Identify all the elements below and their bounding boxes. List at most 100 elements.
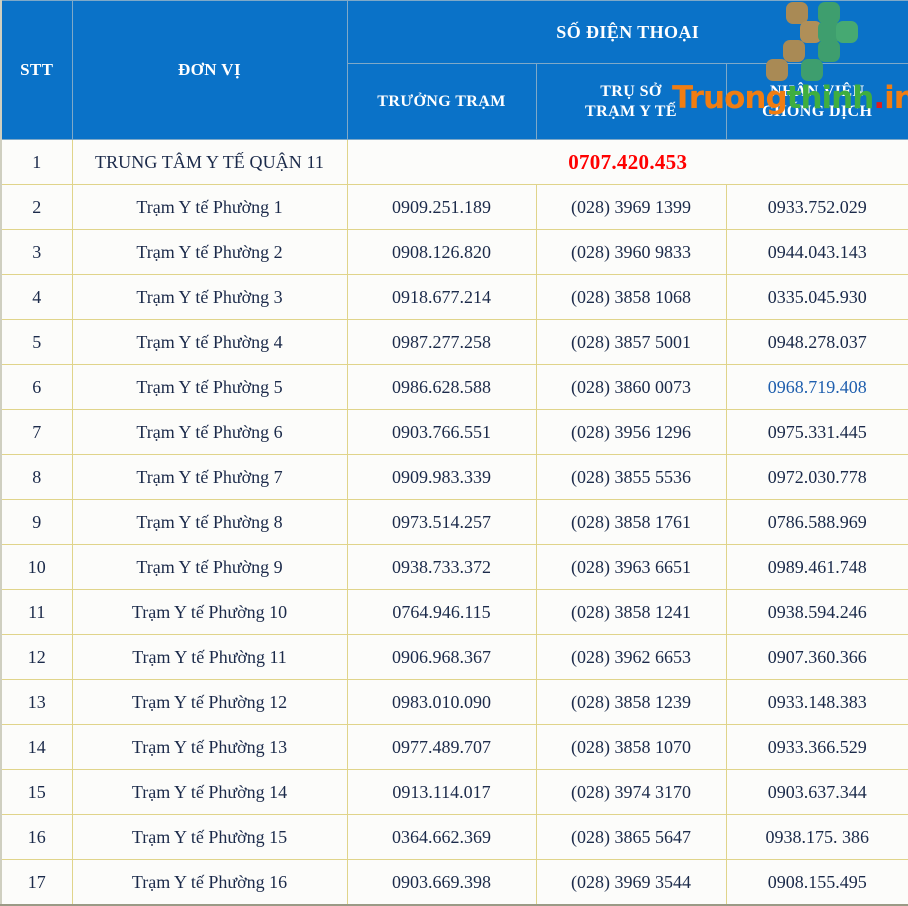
cell-staff-phone: 0989.461.748 bbox=[725, 544, 908, 590]
cell-office-phone: (028) 3858 1068 bbox=[535, 274, 727, 320]
cell-head-phone: 0764.946.115 bbox=[346, 589, 537, 635]
cell-unit: Trạm Y tế Phường 9 bbox=[71, 544, 348, 590]
office-header-line2: TRẠM Y TẾ bbox=[585, 102, 677, 120]
cell-stt: 10 bbox=[0, 544, 73, 590]
cell-stt: 2 bbox=[0, 184, 73, 230]
table-row: 16 Trạm Y tế Phường 15 0364.662.369 (028) 3… bbox=[0, 814, 908, 860]
cell-office-phone: (028) 3865 5647 bbox=[535, 814, 727, 860]
cell-head-phone: 0903.669.398 bbox=[346, 859, 537, 906]
cell-unit: Trạm Y tế Phường 3 bbox=[71, 274, 348, 320]
column-header-station-head: TRƯỞNG TRẠM bbox=[346, 63, 537, 140]
cell-head-phone: 0938.733.372 bbox=[346, 544, 537, 590]
cell-stt: 5 bbox=[0, 319, 73, 365]
cell-stt: 9 bbox=[0, 499, 73, 545]
cell-stt: 7 bbox=[0, 409, 73, 455]
cell-stt: 1 bbox=[0, 139, 73, 185]
cell-unit: Trạm Y tế Phường 6 bbox=[71, 409, 348, 455]
column-header-station-office: TRỤ SỞ TRẠM Y TẾ bbox=[535, 63, 727, 140]
cell-head-phone: 0906.968.367 bbox=[346, 634, 537, 680]
table-row: 7 Trạm Y tế Phường 6 0903.766.551 (028) 395… bbox=[0, 409, 908, 455]
cell-staff-phone: 0975.331.445 bbox=[725, 409, 908, 455]
cell-staff-phone: 0933.366.529 bbox=[725, 724, 908, 770]
cell-office-phone: (028) 3969 1399 bbox=[535, 184, 727, 230]
cell-office-phone: (028) 3962 6653 bbox=[535, 634, 727, 680]
health-station-phone-table: STT ĐƠN VỊ SỐ ĐIỆN THOẠI TRƯỞNG TRẠM TRỤ… bbox=[0, 0, 908, 906]
table-row: 10 Trạm Y tế Phường 9 0938.733.372 (028) 39… bbox=[0, 544, 908, 590]
table-row: 11 Trạm Y tế Phường 10 0764.946.115 (028) 3… bbox=[0, 589, 908, 635]
cell-office-phone: (028) 3858 1239 bbox=[535, 679, 727, 725]
cell-stt: 6 bbox=[0, 364, 73, 410]
cell-staff-phone: 0948.278.037 bbox=[725, 319, 908, 365]
cell-head-phone: 0909.983.339 bbox=[346, 454, 537, 500]
cell-office-phone: (028) 3858 1761 bbox=[535, 499, 727, 545]
cell-head-phone: 0908.126.820 bbox=[346, 229, 537, 275]
cell-head-phone: 0986.628.588 bbox=[346, 364, 537, 410]
cell-unit: Trạm Y tế Phường 1 bbox=[71, 184, 348, 230]
table-row: 9 Trạm Y tế Phường 8 0973.514.257 (028) 385… bbox=[0, 499, 908, 545]
table-body: 1 TRUNG TÂM Y TẾ QUẬN 11 0707.420.453 2 Trạm… bbox=[0, 139, 908, 906]
cell-head-phone: 0364.662.369 bbox=[346, 814, 537, 860]
cell-staff-phone: 0968.719.408 bbox=[725, 364, 908, 410]
cell-office-phone: (028) 3858 1070 bbox=[535, 724, 727, 770]
table-row: 5 Trạm Y tế Phường 4 0987.277.258 (028) 385… bbox=[0, 319, 908, 365]
cell-head-phone: 0973.514.257 bbox=[346, 499, 537, 545]
cell-unit: Trạm Y tế Phường 2 bbox=[71, 229, 348, 275]
office-header-line1: TRỤ SỞ bbox=[600, 82, 662, 100]
cell-stt: 3 bbox=[0, 229, 73, 275]
cell-office-phone: (028) 3960 9833 bbox=[535, 229, 727, 275]
header-row-top: STT ĐƠN VỊ SỐ ĐIỆN THOẠI bbox=[0, 0, 908, 140]
cell-office-phone: (028) 3974 3170 bbox=[535, 769, 727, 815]
cell-stt: 14 bbox=[0, 724, 73, 770]
cell-staff-phone: 0907.360.366 bbox=[725, 634, 908, 680]
cell-stt: 4 bbox=[0, 274, 73, 320]
cell-merged-phone: 0707.420.453 bbox=[346, 139, 908, 185]
staff-header-line1: NHÂN VIÊN bbox=[770, 82, 865, 100]
table-row: 14 Trạm Y tế Phường 13 0977.489.707 (028) 3… bbox=[0, 724, 908, 770]
staff-header-line2: CHỐNG DỊCH bbox=[762, 102, 873, 120]
cell-head-phone: 0983.010.090 bbox=[346, 679, 537, 725]
table-row: 17 Trạm Y tế Phường 16 0903.669.398 (028) 3… bbox=[0, 859, 908, 906]
cell-unit: Trạm Y tế Phường 8 bbox=[71, 499, 348, 545]
table-row: 8 Trạm Y tế Phường 7 0909.983.339 (028) 385… bbox=[0, 454, 908, 500]
table-row: 12 Trạm Y tế Phường 11 0906.968.367 (028) 3… bbox=[0, 634, 908, 680]
cell-stt: 8 bbox=[0, 454, 73, 500]
phone-directory-table-image: STT ĐƠN VỊ SỐ ĐIỆN THOẠI TRƯỞNG TRẠM TRỤ… bbox=[0, 0, 908, 906]
cell-office-phone: (028) 3860 0073 bbox=[535, 364, 727, 410]
cell-staff-phone: 0908.155.495 bbox=[725, 859, 908, 906]
cell-stt: 11 bbox=[0, 589, 73, 635]
cell-unit: Trạm Y tế Phường 14 bbox=[71, 769, 348, 815]
column-header-phone-group: SỐ ĐIỆN THOẠI bbox=[346, 0, 908, 64]
cell-stt: 16 bbox=[0, 814, 73, 860]
table-row: 2 Trạm Y tế Phường 1 0909.251.189 (028) 396… bbox=[0, 184, 908, 230]
column-header-unit: ĐƠN VỊ bbox=[71, 0, 348, 140]
cell-office-phone: (028) 3857 5001 bbox=[535, 319, 727, 365]
cell-head-phone: 0918.677.214 bbox=[346, 274, 537, 320]
cell-unit: Trạm Y tế Phường 10 bbox=[71, 589, 348, 635]
cell-stt: 12 bbox=[0, 634, 73, 680]
cell-unit: Trạm Y tế Phường 11 bbox=[71, 634, 348, 680]
cell-office-phone: (028) 3858 1241 bbox=[535, 589, 727, 635]
cell-staff-phone: 0938.594.246 bbox=[725, 589, 908, 635]
cell-unit: Trạm Y tế Phường 5 bbox=[71, 364, 348, 410]
cell-staff-phone: 0786.588.969 bbox=[725, 499, 908, 545]
cell-staff-phone: 0903.637.344 bbox=[725, 769, 908, 815]
cell-unit: Trạm Y tế Phường 13 bbox=[71, 724, 348, 770]
cell-staff-phone: 0972.030.778 bbox=[725, 454, 908, 500]
cell-head-phone: 0913.114.017 bbox=[346, 769, 537, 815]
table-row: 15 Trạm Y tế Phường 14 0913.114.017 (028) 3… bbox=[0, 769, 908, 815]
cell-head-phone: 0909.251.189 bbox=[346, 184, 537, 230]
table-row: 1 TRUNG TÂM Y TẾ QUẬN 11 0707.420.453 bbox=[0, 139, 908, 185]
column-header-stt: STT bbox=[0, 0, 73, 140]
cell-stt: 17 bbox=[0, 859, 73, 906]
cell-stt: 13 bbox=[0, 679, 73, 725]
cell-stt: 15 bbox=[0, 769, 73, 815]
table-header: STT ĐƠN VỊ SỐ ĐIỆN THOẠI TRƯỞNG TRẠM TRỤ… bbox=[0, 0, 908, 140]
cell-office-phone: (028) 3855 5536 bbox=[535, 454, 727, 500]
cell-office-phone: (028) 3963 6651 bbox=[535, 544, 727, 590]
cell-unit: Trạm Y tế Phường 15 bbox=[71, 814, 348, 860]
cell-staff-phone: 0944.043.143 bbox=[725, 229, 908, 275]
table-row: 6 Trạm Y tế Phường 5 0986.628.588 (028) 386… bbox=[0, 364, 908, 410]
cell-unit: Trạm Y tế Phường 12 bbox=[71, 679, 348, 725]
cell-staff-phone: 0933.752.029 bbox=[725, 184, 908, 230]
cell-office-phone: (028) 3956 1296 bbox=[535, 409, 727, 455]
